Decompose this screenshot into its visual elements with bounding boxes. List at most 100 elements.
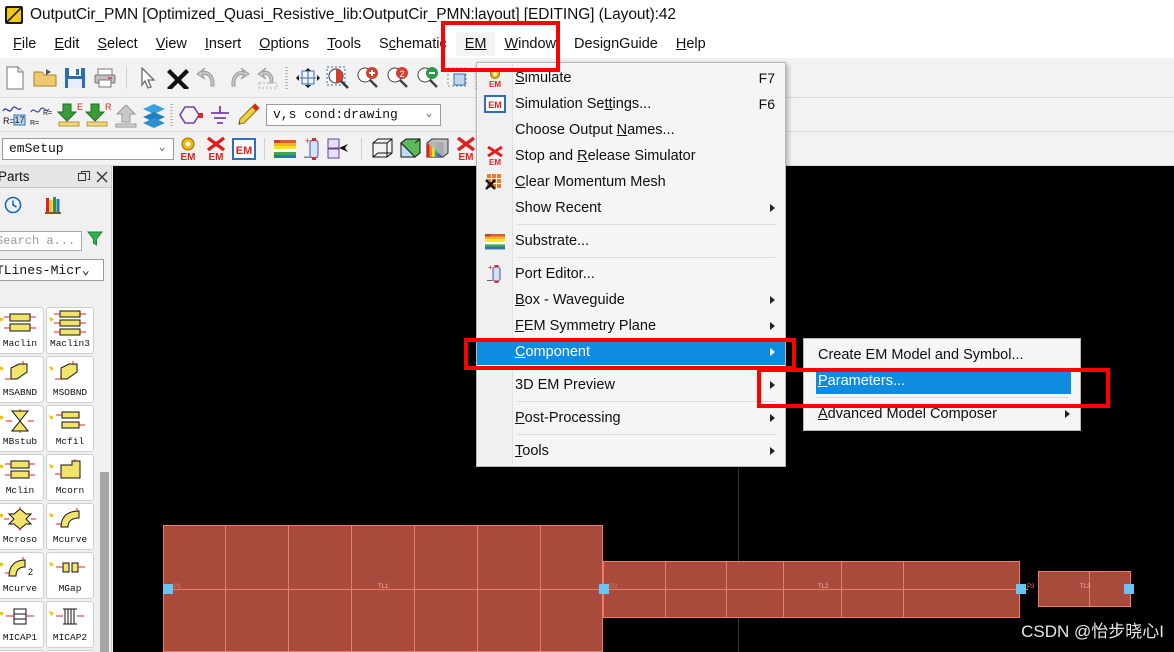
parts-scrollbar[interactable] [100, 472, 109, 652]
toolbar-grip[interactable] [285, 66, 288, 89]
menu-item-simulate[interactable]: EM Simulate F7 [477, 65, 785, 91]
menu-item-component[interactable]: Component [477, 339, 785, 365]
em-simulate-button[interactable]: EM [174, 135, 202, 163]
port-p4[interactable] [1124, 584, 1134, 594]
list-item[interactable]: Maclin3 [46, 307, 94, 354]
menu-window[interactable]: Window [495, 32, 565, 56]
cube-wire-button[interactable] [368, 135, 396, 163]
category-select[interactable]: TLines-Micr ⌄ [0, 259, 104, 281]
port-p2[interactable] [599, 584, 609, 594]
list-item[interactable]: Maclin [0, 307, 44, 354]
polygon-button[interactable] [178, 101, 206, 129]
menu-item-fem-symmetry-plane[interactable]: FEM Symmetry Plane [477, 313, 785, 339]
list-item[interactable]: MSOBND [46, 356, 94, 403]
undo-area-button[interactable] [253, 63, 283, 93]
menu-help[interactable]: Help [667, 32, 715, 56]
menu-item-show-recent[interactable]: Show Recent [477, 195, 785, 221]
pan-button[interactable] [293, 63, 323, 93]
menu-item-label: Stop and Release Simulator [515, 148, 696, 164]
list-item[interactable]: MBstub [0, 405, 44, 452]
open-folder-button[interactable] [30, 63, 60, 93]
port-editor-button[interactable]: + – [299, 135, 327, 163]
list-item[interactable]: Mcroso [0, 503, 44, 550]
zoom-in-button[interactable] [353, 63, 383, 93]
tl3-label: TL3 [1080, 584, 1091, 590]
float-icon[interactable] [75, 168, 93, 186]
library-books-icon[interactable] [44, 196, 64, 219]
list-item[interactable]: Mcorn [46, 454, 94, 501]
menu-schematic[interactable]: Schematic [370, 32, 456, 56]
cube-solid-button[interactable] [396, 135, 424, 163]
list-item[interactable]: 2 Mcurve [0, 552, 44, 599]
menu-insert[interactable]: Insert [196, 32, 250, 56]
funnel-filter-icon[interactable] [86, 231, 104, 252]
redo-button[interactable] [223, 63, 253, 93]
menu-item-label: Show Recent [515, 200, 602, 216]
menu-item-box-waveguide[interactable]: Box - Waveguide [477, 287, 785, 313]
zoom-out-button[interactable] [413, 63, 443, 93]
substrate-button[interactable] [271, 135, 299, 163]
submenu-separator [816, 397, 1068, 398]
new-document-button[interactable] [0, 63, 30, 93]
menu-item-stop-release-simulator[interactable]: EM Stop and Release Simulator [477, 143, 785, 169]
menu-designguide[interactable]: DesignGuide [565, 32, 667, 56]
emsetup-select[interactable]: emSetup ⌄ [2, 137, 174, 160]
trace-r2-button[interactable]: R= R= [28, 101, 56, 129]
port-p1[interactable] [163, 584, 173, 594]
undo-button[interactable] [193, 63, 223, 93]
merge-e-button[interactable]: E [56, 101, 84, 129]
toolbar-grip-3[interactable] [170, 103, 173, 126]
menu-file[interactable]: File [4, 32, 45, 56]
zoom-fit-button[interactable] [443, 63, 473, 93]
zoom-2x-button[interactable]: 2 [383, 63, 413, 93]
menu-item-clear-momentum-mesh[interactable]: Clear Momentum Mesh [477, 169, 785, 195]
list-item[interactable]: Mcurve [46, 503, 94, 550]
menu-item-simulation-settings[interactable]: EM Simulation Settings... F6 [477, 91, 785, 117]
raise-layer-button[interactable] [112, 101, 140, 129]
list-item[interactable]: MSABND [0, 356, 44, 403]
select-arrow-button[interactable] [133, 63, 163, 93]
menu-edit[interactable]: Edit [45, 32, 88, 56]
menu-item-3d-em-preview[interactable]: 3D EM Preview [477, 372, 785, 398]
layer-select[interactable]: v,s cond:drawing ⌄ [266, 103, 441, 126]
em-stop-button[interactable]: EM [202, 135, 230, 163]
submenu-item-parameters[interactable]: Parameters... [816, 368, 1071, 394]
list-item[interactable]: MICAP2 [46, 601, 94, 648]
clock-icon[interactable] [4, 196, 22, 219]
menu-item-post-processing[interactable]: Post-Processing [477, 405, 785, 431]
ground-button[interactable] [206, 101, 234, 129]
menu-tools[interactable]: Tools [318, 32, 370, 56]
menu-item-choose-output-names[interactable]: Choose Output Names... [477, 117, 785, 143]
list-item[interactable]: MICAP1 [0, 601, 44, 648]
list-item[interactable]: MGap [46, 552, 94, 599]
menu-item-substrate[interactable]: Substrate... [477, 228, 785, 254]
pencil-button[interactable] [234, 101, 262, 129]
list-item[interactable]: Mcfil [46, 405, 94, 452]
zoom-area-button[interactable] [323, 63, 353, 93]
em-settings-button[interactable]: EM [230, 135, 258, 163]
search-input[interactable]: Search a... [0, 231, 82, 251]
menu-item-port-editor[interactable]: + – Port Editor... [477, 261, 785, 287]
mesh-arrow-button[interactable] [327, 135, 355, 163]
menu-bar: File Edit Select View Insert Options Too… [0, 30, 1174, 58]
close-icon[interactable] [93, 168, 111, 186]
delete-button[interactable] [163, 63, 193, 93]
pin-marker-icon [49, 309, 54, 322]
submenu-item-create-em-model-and-symbol[interactable]: Create EM Model and Symbol... [804, 342, 1080, 368]
save-button[interactable] [60, 63, 90, 93]
merge-r-button[interactable]: R [84, 101, 112, 129]
submenu-item-advanced-model-composer[interactable]: Advanced Model Composer [804, 401, 1080, 427]
cube-rainbow-button[interactable] [424, 135, 452, 163]
menu-item-tools[interactable]: Tools [477, 438, 785, 464]
list-item[interactable]: Mclin [0, 454, 44, 501]
print-button[interactable] [90, 63, 120, 93]
port-p3[interactable] [1016, 584, 1026, 594]
menu-em[interactable]: EM [455, 32, 496, 56]
menu-select[interactable]: Select [88, 32, 146, 56]
menu-separator [517, 257, 775, 258]
layer-stack-button[interactable] [140, 101, 168, 129]
menu-options[interactable]: Options [250, 32, 318, 56]
scrollbar-thumb[interactable] [100, 472, 109, 652]
trace-r-button[interactable]: R= 17 [0, 101, 28, 129]
menu-view[interactable]: View [147, 32, 196, 56]
